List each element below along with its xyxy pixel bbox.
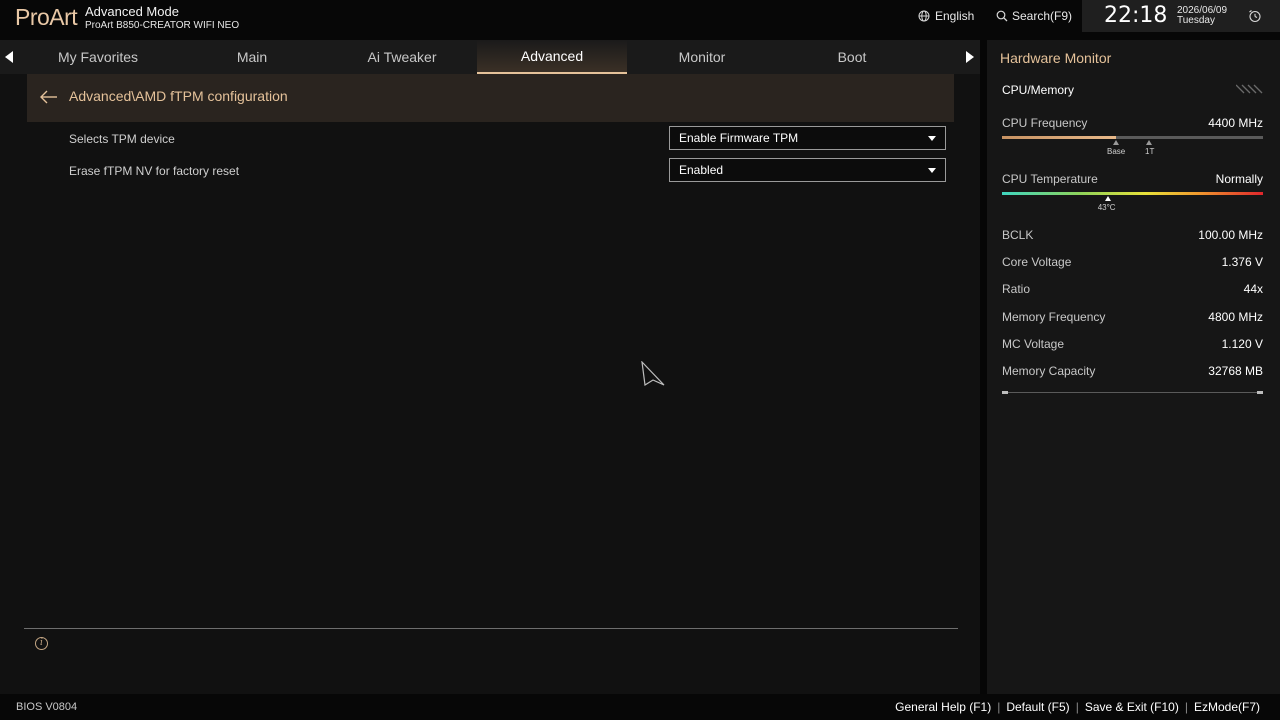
footer-shortcuts: General Help (F1) | Default (F5) | Save … (895, 700, 1260, 714)
stripes-icon (1236, 84, 1263, 94)
ezmode-button[interactable]: EzMode(F7) (1194, 700, 1260, 714)
globe-icon (918, 10, 930, 22)
cpu-frequency-value: 4400 MHz (1208, 116, 1263, 130)
clock-date: 2026/06/09 Tuesday (1177, 6, 1227, 26)
ratio-value: 44x (1243, 282, 1263, 296)
footer-separator: | (997, 700, 1001, 714)
top-bar: ProArt Advanced Mode ProArt B850-CREATOR… (0, 0, 1280, 40)
setting-label-erase-ftpm: Erase fTPM NV for factory reset (69, 164, 240, 178)
footer-bar: BIOS V0804 General Help (F1) | Default (… (0, 694, 1280, 720)
memory-capacity-label: Memory Capacity (1002, 364, 1096, 378)
breadcrumb: Advanced\AMD fTPM configuration (27, 74, 954, 122)
dropdown-caret-icon (928, 168, 936, 173)
tab-main[interactable]: Main (177, 40, 327, 74)
mouse-cursor-icon (641, 361, 665, 387)
search-button[interactable]: Search(F9) (996, 9, 1072, 23)
base-marker-label: Base (1107, 147, 1126, 156)
footer-separator: | (1184, 700, 1188, 714)
weekday-text: Tuesday (1177, 15, 1215, 26)
bclk-label: BCLK (1002, 228, 1034, 242)
ratio-label: Ratio (1002, 282, 1031, 296)
tab-ai-tweaker[interactable]: Ai Tweaker (327, 40, 477, 74)
board-name: ProArt B850-CREATOR WIFI NEO (85, 20, 240, 31)
general-help-button[interactable]: General Help (F1) (895, 700, 991, 714)
clock-time: 22:18 (1104, 3, 1168, 28)
1t-marker-label: 1T (1145, 147, 1155, 156)
tab-scroll-left-icon[interactable] (5, 51, 13, 63)
tab-scroll-right-icon[interactable] (966, 51, 974, 63)
base-marker-icon (1113, 140, 1119, 145)
main-tab-bar: My Favorites Main Ai Tweaker Advanced Mo… (0, 40, 980, 74)
mc-voltage-value: 1.120 V (1221, 337, 1263, 351)
cpu-temperature-label: CPU Temperature (1002, 172, 1098, 186)
temperature-marker-icon (1104, 196, 1111, 201)
search-icon (996, 10, 1008, 22)
footer-separator: | (1075, 700, 1079, 714)
search-label: Search(F9) (1012, 9, 1073, 23)
breadcrumb-path: Advanced\AMD fTPM configuration (69, 88, 288, 104)
core-voltage-value: 1.376 V (1221, 255, 1263, 269)
cpu-temperature-value: Normally (1215, 172, 1263, 186)
default-button[interactable]: Default (F5) (1006, 700, 1069, 714)
hardware-monitor-title: Hardware Monitor (1000, 50, 1112, 66)
memory-capacity-value: 32768 MB (1208, 364, 1263, 378)
temperature-marker-label: 43°C (1097, 203, 1116, 212)
bclk-value: 100.00 MHz (1198, 228, 1263, 242)
cpu-frequency-bar (1002, 136, 1263, 139)
cpu-frequency-label: CPU Frequency (1002, 116, 1088, 130)
core-voltage-label: Core Voltage (1002, 255, 1072, 269)
tab-boot[interactable]: Boot (777, 40, 927, 74)
alarm-clock-icon[interactable] (1248, 9, 1262, 23)
hardware-monitor-end-divider (1002, 391, 1263, 394)
bios-version: BIOS V0804 (16, 701, 78, 713)
1t-marker-icon (1146, 140, 1152, 145)
cpu-memory-section-title: CPU/Memory (1002, 83, 1075, 97)
setting-label-tpm-device: Selects TPM device (69, 132, 175, 146)
memory-frequency-value: 4800 MHz (1208, 310, 1263, 324)
panel-separator (980, 40, 987, 694)
hardware-monitor-panel: Hardware Monitor CPU/Memory CPU Frequenc… (987, 40, 1280, 694)
back-arrow-icon[interactable] (39, 90, 59, 104)
tab-advanced[interactable]: Advanced (477, 40, 627, 74)
language-button[interactable]: English (918, 9, 974, 23)
save-exit-button[interactable]: Save & Exit (F10) (1085, 700, 1179, 714)
erase-ftpm-value: Enabled (679, 163, 724, 177)
info-icon: i (35, 637, 48, 650)
erase-ftpm-select[interactable]: Enabled (669, 158, 946, 182)
tpm-device-value: Enable Firmware TPM (679, 131, 799, 145)
cpu-temperature-bar (1002, 192, 1263, 195)
main-panel: Advanced\AMD fTPM configuration Selects … (0, 74, 980, 694)
mc-voltage-label: MC Voltage (1002, 337, 1065, 351)
clock[interactable]: 22:18 2026/06/09 Tuesday (1082, 0, 1280, 32)
language-label: English (935, 9, 975, 23)
tab-monitor[interactable]: Monitor (627, 40, 777, 74)
dropdown-caret-icon (928, 136, 936, 141)
proart-logo: ProArt (15, 4, 78, 30)
tab-my-favorites[interactable]: My Favorites (23, 40, 173, 74)
mode-title: Advanced Mode (85, 4, 179, 19)
cpu-frequency-bar-fill (1002, 136, 1116, 139)
tpm-device-select[interactable]: Enable Firmware TPM (669, 126, 946, 150)
memory-frequency-label: Memory Frequency (1002, 310, 1106, 324)
help-divider (24, 628, 958, 629)
